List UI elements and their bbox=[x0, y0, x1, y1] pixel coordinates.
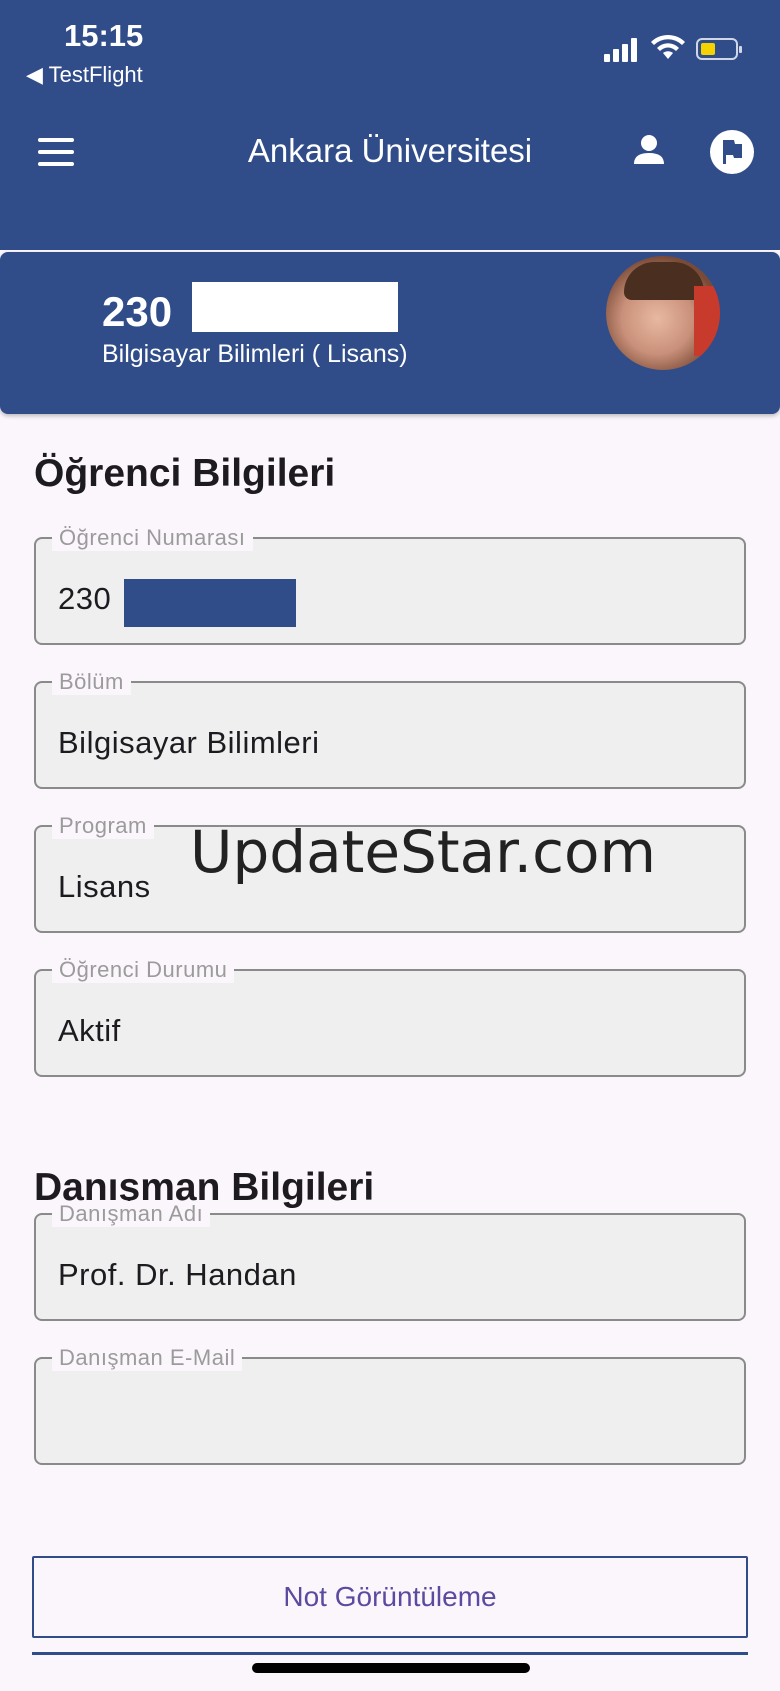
status-icons bbox=[604, 34, 744, 66]
wifi-icon bbox=[651, 34, 685, 59]
avatar bbox=[606, 256, 720, 370]
field-value: Lisans bbox=[58, 869, 151, 904]
field-label: Danışman Adı bbox=[52, 1201, 211, 1227]
watermark: UpdateStar.com bbox=[190, 818, 656, 886]
advisor-name-field[interactable]: Danışman Adı Prof. Dr. Handan bbox=[34, 1201, 746, 1321]
field-value: Aktif bbox=[58, 1013, 121, 1048]
field-value: Bilgisayar Bilimleri bbox=[58, 725, 320, 760]
field-value: 230 bbox=[58, 581, 112, 616]
department-field[interactable]: Bölüm Bilgisayar Bilimleri bbox=[34, 669, 746, 789]
field-label: Öğrenci Numarası bbox=[52, 525, 253, 551]
user-icon[interactable] bbox=[626, 128, 672, 174]
field-label: Danışman E-Mail bbox=[52, 1345, 243, 1371]
field-label: Öğrenci Durumu bbox=[52, 957, 235, 983]
field-label: Bölüm bbox=[52, 669, 131, 695]
status-time: 15:15 bbox=[64, 18, 144, 53]
grades-button[interactable]: Not Görüntüleme bbox=[32, 1556, 748, 1638]
field-label: Program bbox=[52, 813, 154, 839]
student-status-field[interactable]: Öğrenci Durumu Aktif bbox=[34, 957, 746, 1077]
field-value: Prof. Dr. Handan bbox=[58, 1257, 297, 1292]
redaction-block bbox=[124, 579, 296, 627]
advisor-email-field[interactable]: Danışman E-Mail bbox=[34, 1345, 746, 1465]
profile-student-number: 230 bbox=[102, 288, 173, 335]
student-info-heading: Öğrenci Bilgileri bbox=[34, 452, 336, 495]
back-to-testflight-link[interactable]: ◀ TestFlight bbox=[26, 62, 143, 88]
flag-icon[interactable] bbox=[708, 128, 756, 176]
redaction-block bbox=[192, 282, 398, 332]
battery-icon bbox=[696, 38, 742, 60]
signal-icon bbox=[604, 38, 640, 62]
profile-program: Bilgisayar Bilimleri ( Lisans) bbox=[102, 340, 408, 368]
next-button-edge bbox=[32, 1652, 748, 1655]
student-number-field[interactable]: Öğrenci Numarası 230 bbox=[34, 525, 746, 645]
home-indicator bbox=[252, 1663, 530, 1673]
